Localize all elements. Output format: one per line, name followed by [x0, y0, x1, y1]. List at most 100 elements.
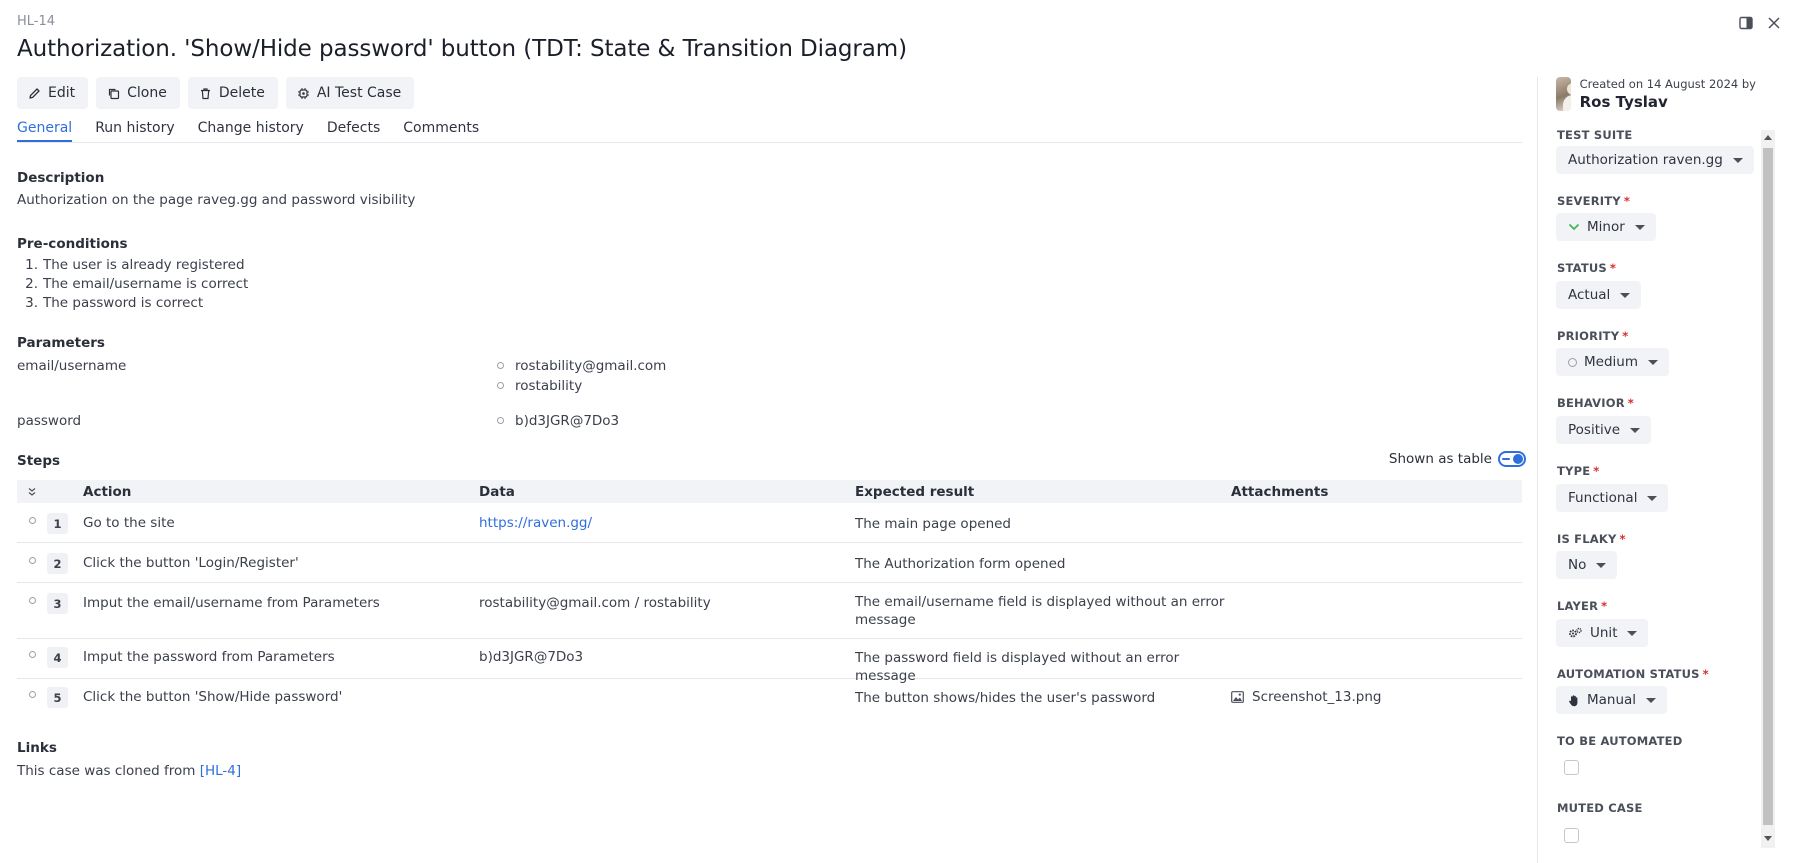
avatar — [1556, 77, 1571, 111]
chevron-down-icon — [1620, 292, 1631, 298]
col-data: Data — [479, 483, 515, 500]
type-label: TYPE * — [1557, 464, 1600, 478]
severity-select[interactable]: Minor — [1556, 213, 1656, 241]
window-controls — [1737, 14, 1783, 32]
preconditions-heading: Pre-conditions — [17, 236, 128, 252]
test-suite-select[interactable]: Authorization raven.gg — [1556, 146, 1754, 174]
chevron-down-icon — [1732, 157, 1743, 163]
is-flaky-label: IS FLAKY * — [1557, 532, 1626, 546]
chevron-down-icon — [1627, 630, 1638, 636]
tab-bar: General Run history Change history Defec… — [17, 120, 1522, 143]
delete-button[interactable]: Delete — [187, 77, 278, 109]
chevron-down-icon — [1630, 427, 1641, 433]
image-icon — [1231, 691, 1244, 703]
sidebar: Created on 14 August 2024 by Ros Tyslav — [1556, 77, 1756, 111]
priority-select[interactable]: Medium — [1556, 348, 1669, 376]
hand-icon — [1569, 694, 1578, 706]
step-number: 5 — [47, 687, 68, 708]
clone-button[interactable]: Clone — [96, 77, 180, 109]
table-row[interactable]: 3 Imput the email/username from Paramete… — [17, 583, 1522, 639]
col-attachments: Attachments — [1231, 483, 1329, 500]
edit-button[interactable]: Edit — [17, 77, 89, 109]
pencil-icon — [29, 87, 40, 99]
to-be-automated-label: TO BE AUTOMATED — [1557, 734, 1683, 748]
step-action: Imput the email/username from Parameters — [83, 595, 380, 611]
table-row[interactable]: 1 Go to the site https://raven.gg/ The m… — [17, 503, 1522, 543]
automation-status-label: AUTOMATION STATUS * — [1557, 667, 1709, 681]
description-text: Authorization on the page raveg.gg and p… — [17, 192, 416, 208]
type-select[interactable]: Functional — [1556, 484, 1669, 512]
step-number: 3 — [47, 593, 68, 614]
col-action: Action — [83, 483, 132, 500]
edit-label: Edit — [48, 85, 76, 101]
step-number: 1 — [47, 513, 68, 534]
tab-comments[interactable]: Comments — [403, 120, 479, 142]
panel-toggle-icon[interactable] — [1737, 14, 1755, 32]
row-select[interactable] — [28, 651, 36, 658]
automation-status-select[interactable]: Manual — [1556, 686, 1668, 714]
chevron-down-icon — [1646, 697, 1657, 703]
row-select[interactable] — [28, 557, 36, 564]
status-select[interactable]: Actual — [1556, 281, 1642, 309]
clone-label: Clone — [127, 85, 167, 101]
param-name: password — [17, 413, 82, 429]
step-data: rostability@gmail.com / rostability — [479, 595, 711, 611]
muted-case-checkbox[interactable] — [1564, 828, 1579, 843]
ai-test-case-button[interactable]: AI Test Case — [285, 77, 415, 109]
row-select[interactable] — [28, 597, 36, 604]
tab-run-history[interactable]: Run history — [95, 120, 174, 142]
step-number: 4 — [47, 647, 68, 668]
close-icon[interactable] — [1765, 14, 1783, 32]
step-attachment[interactable]: Screenshot_13.png — [1231, 687, 1522, 705]
list-item: 3. The password is correct — [25, 295, 204, 311]
layer-label: LAYER * — [1557, 599, 1608, 613]
chevron-down-icon — [1596, 562, 1607, 568]
param-value: rostability@gmail.com — [497, 358, 666, 374]
step-data — [479, 687, 855, 689]
row-select[interactable] — [28, 691, 36, 698]
step-action: Click the button 'Show/Hide password' — [83, 689, 343, 705]
chevron-down-icon — [1634, 224, 1645, 230]
toolbar: Edit Clone Delete AI Test Case — [17, 77, 415, 109]
table-row[interactable]: 5 Click the button 'Show/Hide password' … — [17, 679, 1522, 719]
panel-divider — [1537, 77, 1538, 863]
cloned-from-link[interactable]: [HL-4] — [200, 763, 241, 779]
steps-table: Action Data Expected result Attachments … — [17, 480, 1522, 719]
created-text: Created on 14 August 2024 by — [1579, 77, 1756, 91]
behavior-label: BEHAVIOR * — [1557, 396, 1634, 410]
layer-select[interactable]: Unit — [1556, 619, 1649, 647]
step-action: Imput the password from Parameters — [83, 649, 335, 665]
shown-as-table-toggle[interactable] — [1498, 451, 1526, 467]
table-row[interactable]: 4 Imput the password from Parameters b)d… — [17, 639, 1522, 684]
attachment-name: Screenshot_13.png — [1252, 689, 1382, 705]
row-select[interactable] — [28, 517, 36, 524]
tab-defects[interactable]: Defects — [327, 120, 380, 142]
is-flaky-select[interactable]: No — [1556, 551, 1618, 579]
tab-general[interactable]: General — [17, 120, 73, 142]
step-number: 2 — [47, 553, 68, 574]
clone-icon — [109, 88, 120, 99]
description-heading: Description — [17, 170, 105, 186]
author-name: Ros Tyslav — [1579, 93, 1668, 111]
severity-label: SEVERITY * — [1557, 194, 1631, 208]
list-item: 2. The email/username is correct — [25, 276, 249, 292]
sidebar-scrollbar-thumb[interactable] — [1763, 148, 1773, 825]
page-title: Authorization. 'Show/Hide password' butt… — [17, 36, 907, 62]
collapse-all-icon[interactable] — [17, 487, 47, 497]
to-be-automated-checkbox[interactable] — [1564, 760, 1579, 775]
tab-change-history[interactable]: Change history — [198, 120, 304, 142]
behavior-select[interactable]: Positive — [1556, 416, 1652, 444]
step-action: Go to the site — [83, 515, 175, 531]
ai-label: AI Test Case — [316, 85, 402, 101]
step-data: b)d3JGR@7Do3 — [479, 649, 584, 665]
param-name: email/username — [17, 358, 127, 374]
step-data-link[interactable]: https://raven.gg/ — [479, 513, 855, 531]
shown-as-table: Shown as table — [1389, 451, 1526, 467]
list-item: 1. The user is already registered — [25, 257, 245, 273]
scroll-down-icon[interactable] — [1764, 836, 1772, 841]
table-row[interactable]: 2 Click the button 'Login/Register' The … — [17, 543, 1522, 583]
scroll-up-icon[interactable] — [1764, 135, 1772, 140]
steps-header-row: Action Data Expected result Attachments — [17, 480, 1522, 503]
step-expected: The button shows/hides the user's passwo… — [855, 690, 1156, 706]
preconditions-list: 1. The user is already registered 2. The e… — [17, 257, 248, 314]
